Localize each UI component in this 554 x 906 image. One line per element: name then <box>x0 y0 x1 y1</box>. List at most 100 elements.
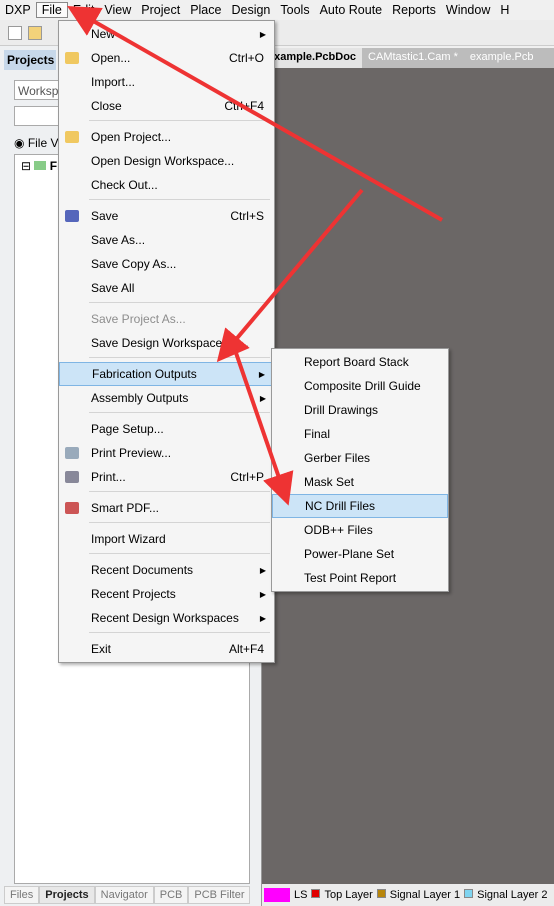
menu-item-label: NC Drill Files <box>305 499 375 513</box>
menu-item-report-board-stack[interactable]: Report Board Stack <box>272 350 448 374</box>
layer-label: Signal Layer 2 <box>477 889 548 901</box>
menu-item-save-all[interactable]: Save All <box>59 276 274 300</box>
menu-item-shortcut: Ctrl+S <box>230 209 264 223</box>
menu-auto-route[interactable]: Auto Route <box>315 3 388 17</box>
menu-tools[interactable]: Tools <box>275 3 314 17</box>
menu-edit[interactable]: Edit <box>68 3 100 17</box>
menu-project[interactable]: Project <box>136 3 185 17</box>
folder-icon <box>34 161 47 170</box>
doc-tab[interactable]: CAMtastic1.Cam * <box>362 48 464 68</box>
menu-item-shortcut: Ctrl+P <box>230 470 264 484</box>
submenu-arrow-icon: ▶ <box>259 613 266 623</box>
menu-item-composite-drill-guide[interactable]: Composite Drill Guide <box>272 374 448 398</box>
menu-item-label: Fabrication Outputs <box>92 367 197 381</box>
menu-item-print-preview[interactable]: Print Preview... <box>59 441 274 465</box>
menu-item-test-point-report[interactable]: Test Point Report <box>272 566 448 590</box>
menu-item-label: Final <box>304 427 331 441</box>
panel-tab-pcb-filter[interactable]: PCB Filter <box>188 886 251 904</box>
menu-item-exit[interactable]: Exit Alt+F4 <box>59 637 274 661</box>
workspace-dropdown[interactable]: Worksp <box>14 80 64 100</box>
menu-item-save[interactable]: Save Ctrl+S <box>59 204 274 228</box>
preview-icon <box>65 447 79 459</box>
menu-item-open-design-workspace[interactable]: Open Design Workspace... <box>59 149 274 173</box>
menu-item-close[interactable]: Close Ctrl+F4 <box>59 94 274 118</box>
menu-item-save-design-workspace-as[interactable]: Save Design Workspace As... <box>59 331 274 355</box>
menu-item-label: Save Project As... <box>91 312 186 326</box>
menu-item-save-as[interactable]: Save As... <box>59 228 274 252</box>
menu-view[interactable]: View <box>99 3 136 17</box>
menu-item-recent-projects[interactable]: Recent Projects ▶ <box>59 582 274 606</box>
menu-bar: DXP File Edit View Project Place Design Tools Au… <box>0 0 554 20</box>
layer-label: Signal Layer 1 <box>389 889 461 901</box>
pdf-icon <box>65 502 79 514</box>
ls-button[interactable]: LS <box>294 889 307 901</box>
menu-design[interactable]: Design <box>226 3 275 17</box>
panel-tab-navigator[interactable]: Navigator <box>94 886 154 904</box>
menu-item-new[interactable]: New ▶ <box>59 22 274 46</box>
menu-item-label: Exit <box>91 642 112 656</box>
menu-item-label: Save All <box>91 281 135 295</box>
menu-item-label: Save Design Workspace As... <box>91 336 249 350</box>
menu-item-label: Recent Design Workspaces <box>91 611 239 625</box>
menu-item-label: Recent Projects <box>91 587 176 601</box>
menu-item-label: Open Project... <box>91 130 172 144</box>
menu-item-save-copy-as[interactable]: Save Copy As... <box>59 252 274 276</box>
menu-item-check-out[interactable]: Check Out... <box>59 173 274 197</box>
menu-item-label: Composite Drill Guide <box>304 379 421 393</box>
open-folder-icon[interactable] <box>28 25 42 40</box>
menu-item-label: Save <box>91 209 119 223</box>
menu-item-label: Test Point Report <box>304 571 397 585</box>
menu-item-nc-drill-files[interactable]: NC Drill Files <box>272 494 448 518</box>
menu-item-label: Drill Drawings <box>304 403 379 417</box>
panel-tab-projects[interactable]: Projects <box>39 886 95 904</box>
panel-tab-pcb[interactable]: PCB <box>153 886 189 904</box>
menu-item-import[interactable]: Import... <box>59 70 274 94</box>
menu-item-fabrication-outputs[interactable]: Fabrication Outputs ▶ <box>59 362 274 386</box>
panel-tab-files[interactable]: Files <box>4 886 40 904</box>
menu-h[interactable]: H <box>495 3 514 17</box>
menu-item-smart-pdf[interactable]: Smart PDF... <box>59 496 274 520</box>
doc-tab[interactable]: example.PcbDoc <box>262 48 363 68</box>
new-file-icon[interactable] <box>8 25 22 40</box>
menu-item-mask-set[interactable]: Mask Set <box>272 470 448 494</box>
submenu-arrow-icon: ▶ <box>259 565 266 575</box>
menu-item-power-plane-set[interactable]: Power-Plane Set <box>272 542 448 566</box>
file-view-radio[interactable]: ◉ File Vi <box>14 136 61 150</box>
menu-item-save-project-as[interactable]: Save Project As... <box>59 307 274 331</box>
menu-item-print[interactable]: Print... Ctrl+P <box>59 465 274 489</box>
menu-item-gerber-files[interactable]: Gerber Files <box>272 446 448 470</box>
menu-item-open-project[interactable]: Open Project... <box>59 125 274 149</box>
menu-reports[interactable]: Reports <box>387 3 441 17</box>
project-dropdown[interactable] <box>14 106 64 126</box>
current-layer-swatch[interactable] <box>264 888 290 902</box>
menu-item-assembly-outputs[interactable]: Assembly Outputs ▶ <box>59 386 274 410</box>
menu-item-label: Page Setup... <box>91 422 164 436</box>
menu-item-shortcut: Ctrl+F4 <box>224 99 264 113</box>
menu-item-label: Import Wizard <box>91 532 166 546</box>
panel-tabs: Files Projects Navigator PCB PCB Filter <box>4 886 251 904</box>
menu-item-drill-drawings[interactable]: Drill Drawings <box>272 398 448 422</box>
layer-tab[interactable]: Top Layer <box>311 889 373 901</box>
menu-item-odb-files[interactable]: ODB++ Files <box>272 518 448 542</box>
menu-item-page-setup[interactable]: Page Setup... <box>59 417 274 441</box>
menu-file[interactable]: File <box>35 2 68 18</box>
menu-item-label: Smart PDF... <box>91 501 160 515</box>
doc-tab[interactable]: example.Pcb <box>464 48 540 68</box>
menu-item-final[interactable]: Final <box>272 422 448 446</box>
menu-item-label: Save Copy As... <box>91 257 177 271</box>
menu-item-import-wizard[interactable]: Import Wizard <box>59 527 274 551</box>
submenu-arrow-icon: ▶ <box>259 393 266 403</box>
menu-window[interactable]: Window <box>441 3 495 17</box>
menu-item-recent-design-workspaces[interactable]: Recent Design Workspaces ▶ <box>59 606 274 630</box>
menu-item-label: Close <box>91 99 122 113</box>
layer-tabs: LS Top Layer Signal Layer 1 Signal Layer 2 <box>262 884 554 906</box>
folder-icon <box>65 52 79 64</box>
menu-place[interactable]: Place <box>185 3 226 17</box>
layer-tab[interactable]: Signal Layer 1 <box>376 889 461 901</box>
file-menu: New ▶ Open... Ctrl+O Import... Close Ctrl+F4 Op… <box>58 20 275 663</box>
menu-item-recent-documents[interactable]: Recent Documents ▶ <box>59 558 274 582</box>
menu-item-open[interactable]: Open... Ctrl+O <box>59 46 274 70</box>
layer-tab[interactable]: Signal Layer 2 <box>464 889 547 901</box>
menu-dxp[interactable]: DXP <box>0 3 36 17</box>
menu-item-label: Print... <box>91 470 126 484</box>
